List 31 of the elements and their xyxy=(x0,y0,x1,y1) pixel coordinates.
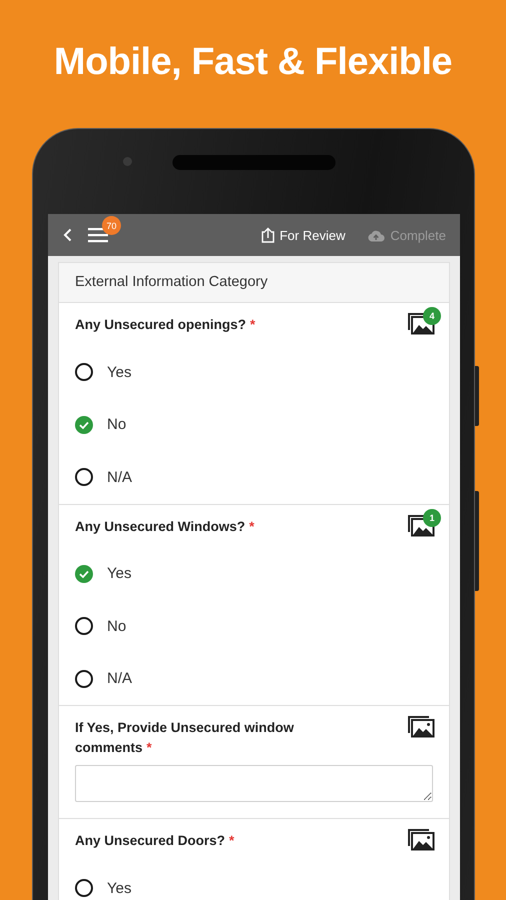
radio-button[interactable] xyxy=(75,670,93,688)
option-label: Yes xyxy=(107,565,132,582)
for-review-button[interactable]: For Review xyxy=(260,227,346,243)
option-label: N/A xyxy=(107,468,132,486)
radio-button[interactable] xyxy=(75,879,93,898)
camera-dot xyxy=(123,157,132,166)
question-label: Any Unsecured openings? * xyxy=(75,316,256,334)
count-badge: 4 xyxy=(423,307,441,325)
back-icon[interactable] xyxy=(62,227,74,243)
photos-icon[interactable] xyxy=(407,828,435,851)
question-label: Any Unsecured Doors? * xyxy=(75,832,236,850)
comment-field[interactable] xyxy=(75,765,433,802)
radio-button[interactable] xyxy=(75,363,93,382)
radio-button[interactable] xyxy=(75,468,93,486)
radio-button[interactable] xyxy=(75,617,93,636)
cloud-upload-icon xyxy=(367,228,386,242)
question-label: Any Unsecured Windows? * xyxy=(75,518,256,536)
option-label: Yes xyxy=(107,880,132,897)
option-label: No xyxy=(107,618,126,635)
option-label: N/A xyxy=(107,670,132,688)
radio-button[interactable] xyxy=(75,416,93,434)
count-badge: 1 xyxy=(423,508,441,526)
option-label: No xyxy=(107,416,126,434)
count-badge: 70 xyxy=(102,216,121,235)
share-icon xyxy=(260,227,275,243)
option-label: Yes xyxy=(107,364,132,381)
question-label: If Yes, Provide Unsecured window comments * xyxy=(75,719,295,757)
category-header: External Information Category xyxy=(59,263,449,302)
radio-button[interactable] xyxy=(75,564,93,583)
headline: Mobile, Fast & Flexible xyxy=(52,40,454,84)
photos-icon[interactable] xyxy=(407,715,435,738)
